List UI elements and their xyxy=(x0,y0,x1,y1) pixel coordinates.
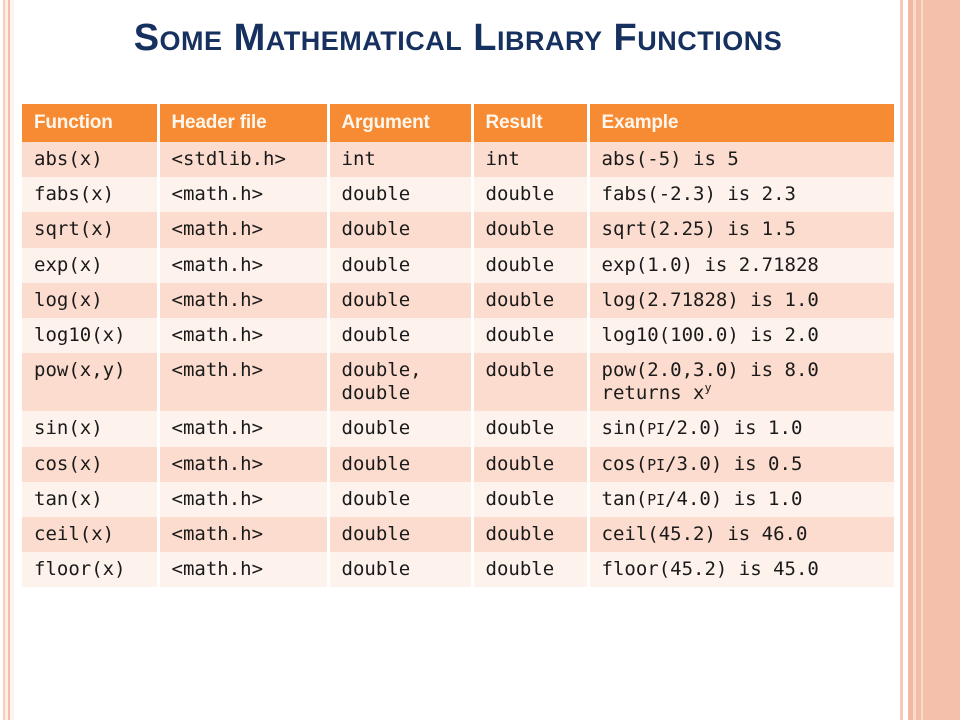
cell-result: double xyxy=(472,282,590,318)
cell-function: exp(x) xyxy=(22,247,160,283)
cell-result: double xyxy=(472,516,590,553)
cell-function: sqrt(x) xyxy=(22,212,160,248)
example-exponent: y xyxy=(704,380,712,395)
cell-function: cos(x) xyxy=(22,446,160,482)
example-line-2: returns xy xyxy=(602,382,895,405)
table-row: tan(x) <math.h> double double tan(PI/4.0) is… xyxy=(22,481,894,517)
cell-example: pow(2.0,3.0) is 8.0 returns xy xyxy=(588,353,895,412)
example-constant-pi: PI xyxy=(647,456,666,474)
example-suffix: /3.0) is 0.5 xyxy=(665,452,803,475)
table-row: log10(x) <math.h> double double log10(100.0)… xyxy=(22,317,894,354)
cell-argument: double xyxy=(328,247,474,283)
cell-header-file: <math.h> xyxy=(158,247,330,283)
table-header-row: Function Header file Argument Result Exa… xyxy=(22,104,894,142)
cell-function: log(x) xyxy=(22,282,160,318)
cell-result: int xyxy=(472,142,590,178)
cell-header-file: <math.h> xyxy=(158,317,330,354)
table-row: sqrt(x) <math.h> double double sqrt(2.25) is… xyxy=(22,212,894,248)
table-row: log(x) <math.h> double double log(2.71828) i… xyxy=(22,282,894,318)
cell-example: floor(45.2) is 45.0 xyxy=(588,552,894,588)
cell-result: double xyxy=(472,247,590,283)
cell-argument: double xyxy=(328,282,474,318)
cell-result: double xyxy=(472,446,590,482)
example-prefix: sin( xyxy=(601,417,648,440)
cell-argument: int xyxy=(328,142,474,178)
table-body: abs(x) <stdlib.h> int int abs(-5) is 5 fabs(x… xyxy=(22,142,895,588)
cell-function: pow(x,y) xyxy=(22,353,160,412)
cell-header-file: <math.h> xyxy=(158,516,330,553)
page-title: Some Mathematical Library Functions xyxy=(133,17,783,59)
slide-left-border xyxy=(0,0,22,720)
example-constant-pi: PI xyxy=(647,491,666,509)
cell-function: abs(x) xyxy=(22,142,160,178)
cell-function: floor(x) xyxy=(22,552,160,588)
cell-argument: double xyxy=(328,212,474,248)
cell-header-file: <math.h> xyxy=(158,212,330,248)
example-line-2-text: returns x xyxy=(601,382,705,405)
table-row: abs(x) <stdlib.h> int int abs(-5) is 5 xyxy=(22,142,894,178)
example-prefix: cos( xyxy=(601,452,648,475)
cell-result: double xyxy=(472,411,590,447)
cell-header-file: <math.h> xyxy=(158,177,330,213)
cell-function: fabs(x) xyxy=(22,177,160,213)
slide-right-border xyxy=(892,0,960,720)
example-prefix: tan( xyxy=(601,487,648,510)
cell-argument: double xyxy=(328,552,474,588)
cell-example: sqrt(2.25) is 1.5 xyxy=(588,212,894,248)
cell-result: double xyxy=(472,317,590,354)
cell-example: sin(PI/2.0) is 1.0 xyxy=(588,411,894,447)
column-header-function: Function xyxy=(22,104,160,142)
example-suffix: /4.0) is 1.0 xyxy=(665,487,803,510)
cell-argument: double xyxy=(328,411,474,447)
cell-header-file: <math.h> xyxy=(158,411,330,447)
column-header-argument: Argument xyxy=(328,104,474,142)
cell-argument: double xyxy=(328,481,474,517)
column-header-header-file: Header file xyxy=(158,104,330,142)
table-row: exp(x) <math.h> double double exp(1.0) is 2.… xyxy=(22,247,894,283)
example-constant-pi: PI xyxy=(647,421,666,439)
cell-argument: double xyxy=(328,516,474,553)
cell-example: ceil(45.2) is 46.0 xyxy=(588,516,894,553)
table-row: fabs(x) <math.h> double double fabs(-2.3) is… xyxy=(22,177,894,213)
table-row: ceil(x) <math.h> double double ceil(45.2) is… xyxy=(22,516,894,553)
cell-argument: double xyxy=(328,317,474,354)
table-header: Function Header file Argument Result Exa… xyxy=(22,104,894,142)
cell-result: double xyxy=(472,353,590,412)
cell-argument: double, double xyxy=(328,353,474,412)
cell-argument: double xyxy=(328,177,474,213)
column-header-example: Example xyxy=(588,104,894,142)
cell-header-file: <math.h> xyxy=(158,282,330,318)
example-suffix: /2.0) is 1.0 xyxy=(665,417,803,440)
cell-function: ceil(x) xyxy=(22,516,160,553)
math-library-functions-table: Function Header file Argument Result Exa… xyxy=(22,104,895,588)
cell-function: log10(x) xyxy=(22,317,160,354)
cell-header-file: <math.h> xyxy=(158,552,330,588)
cell-example: fabs(-2.3) is 2.3 xyxy=(588,177,894,213)
table-row: cos(x) <math.h> double double cos(PI/3.0) is… xyxy=(22,446,894,482)
cell-result: double xyxy=(472,481,590,517)
cell-example: tan(PI/4.0) is 1.0 xyxy=(588,481,894,517)
cell-function: sin(x) xyxy=(22,411,160,447)
table-row: floor(x) <math.h> double double floor(45.2) … xyxy=(22,552,894,588)
cell-example: log(2.71828) is 1.0 xyxy=(588,282,894,318)
cell-header-file: <math.h> xyxy=(158,353,330,412)
cell-header-file: <math.h> xyxy=(158,446,330,482)
cell-result: double xyxy=(472,552,590,588)
cell-example: abs(-5) is 5 xyxy=(588,142,894,178)
table-row: sin(x) <math.h> double double sin(PI/2.0) is… xyxy=(22,411,894,447)
cell-result: double xyxy=(472,212,590,248)
cell-result: double xyxy=(472,177,590,213)
cell-example: log10(100.0) is 2.0 xyxy=(588,317,894,354)
example-line-1: pow(2.0,3.0) is 8.0 xyxy=(601,359,819,382)
cell-example: cos(PI/3.0) is 0.5 xyxy=(588,446,894,482)
cell-header-file: <math.h> xyxy=(158,481,330,517)
table-row: pow(x,y) <math.h> double, double double pow(… xyxy=(22,353,895,412)
column-header-result: Result xyxy=(472,104,590,142)
cell-example: exp(1.0) is 2.71828 xyxy=(588,247,894,283)
cell-argument: double xyxy=(328,446,474,482)
cell-header-file: <stdlib.h> xyxy=(158,142,330,178)
cell-function: tan(x) xyxy=(22,481,160,517)
